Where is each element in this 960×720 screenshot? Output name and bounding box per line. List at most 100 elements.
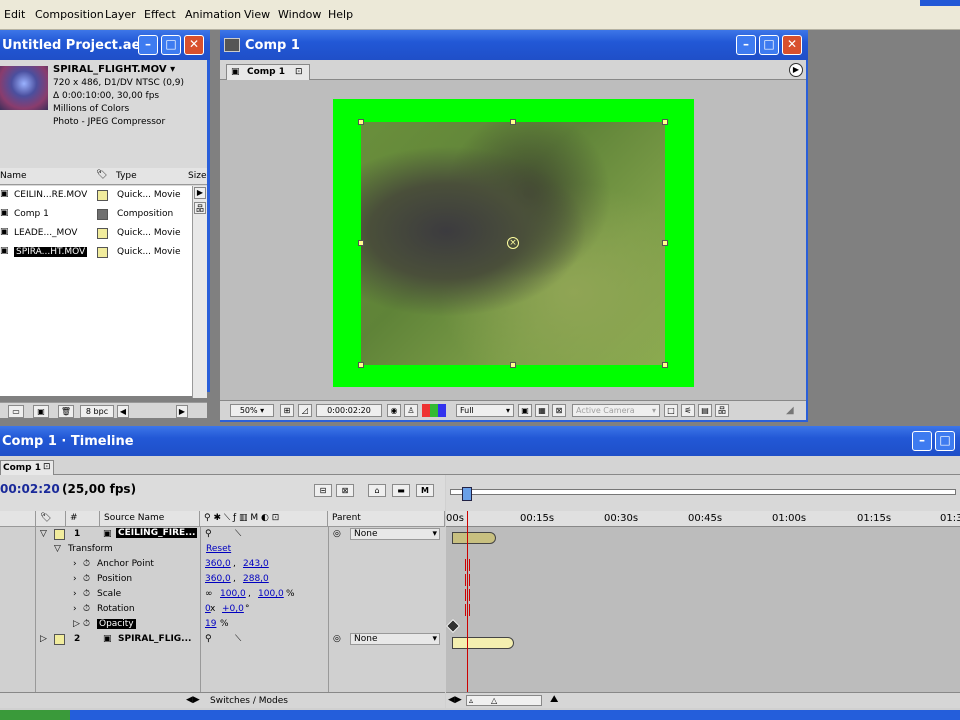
camera-select[interactable]: Active Camera ▾ (572, 404, 660, 417)
switches-modes-toggle[interactable]: Switches / Modes (210, 696, 288, 706)
twirl-closed-icon[interactable]: › (73, 604, 77, 614)
show-snapshot-icon[interactable]: ♙ (404, 404, 418, 417)
scroll-left-icon[interactable]: ◀ (117, 405, 129, 418)
tab-close-icon[interactable]: ⊡ (295, 67, 303, 77)
bpc-button[interactable]: 8 bpc (80, 405, 114, 418)
layer-label-swatch[interactable] (54, 634, 65, 645)
fast-preview-icon[interactable]: ⚟ (681, 404, 695, 417)
time-ruler[interactable] (446, 475, 960, 511)
frame-blend-icon[interactable]: ▬ (392, 484, 410, 497)
reset-link[interactable]: Reset (206, 544, 231, 554)
layer-1-duration-bar[interactable] (452, 532, 496, 544)
resize-grip-icon[interactable]: ◢ (786, 405, 800, 419)
menu-layer[interactable]: Layer (105, 8, 136, 21)
scroll-right-arrow-icon[interactable]: ▶ (176, 405, 188, 418)
property-row[interactable]: › ⏱ Anchor Point 360,0 , 243,0 (0, 557, 445, 572)
project-scrollbar[interactable]: ▶ 品 (192, 186, 207, 398)
tab-timeline-comp-1[interactable]: Comp 1 ⊡ (0, 460, 54, 475)
layer-label-swatch[interactable] (54, 529, 65, 540)
property-row[interactable]: › ⏱ Scale ∞ 100,0 , 100,0% (0, 587, 445, 602)
zoom-in-icon[interactable]: ⛰ (550, 694, 558, 705)
menu-edit[interactable]: Edit (4, 8, 25, 21)
transform-row[interactable]: ▽ Transform Reset (0, 542, 445, 557)
shy-switch-icon[interactable]: ⚲ (205, 634, 212, 644)
menu-animation[interactable]: Animation (185, 8, 241, 21)
live-update-icon[interactable]: ⊠ (336, 484, 354, 497)
property-value-1[interactable]: 100,0 (220, 589, 246, 599)
switches-header[interactable]: ⚲ ✱ ⟍ ƒ ▥ M ◐ ⊡ (200, 511, 328, 527)
switches-toggle-icon[interactable]: ◀▶ (186, 695, 200, 705)
item-label-swatch[interactable] (97, 247, 108, 258)
zoom-slider[interactable]: ▵ △ (466, 695, 542, 706)
stopwatch-icon[interactable]: ⏱ (83, 589, 90, 599)
col-size[interactable]: Size (188, 171, 206, 181)
menu-effect[interactable]: Effect (144, 8, 176, 21)
twirl-closed-icon[interactable]: ▷ (73, 619, 80, 629)
property-value-2[interactable]: 243,0 (243, 559, 269, 569)
handle-b[interactable] (510, 362, 516, 368)
property-row[interactable]: ▷ ⏱ Opacity 19% (0, 617, 445, 632)
opacity-keyframe-icon[interactable] (445, 618, 461, 634)
pickwhip-icon[interactable]: ◎ (333, 634, 341, 644)
zoom-out-icon[interactable]: ▵ (469, 696, 473, 705)
maximize-button[interactable]: □ (935, 431, 955, 451)
num-column-header[interactable]: # (66, 511, 100, 527)
shy-switch-icon[interactable]: ⚲ (205, 529, 212, 539)
menu-window[interactable]: Window (278, 8, 321, 21)
project-item[interactable]: ▣ LEADE..._MOV Quick... Movie (0, 224, 192, 243)
stopwatch-icon[interactable]: ⏱ (83, 604, 90, 614)
minimize-button[interactable]: – (138, 35, 158, 55)
mask-icon[interactable]: ◿ (298, 404, 312, 417)
property-value-1[interactable]: 360,0 (205, 559, 231, 569)
twirl-closed-icon[interactable]: › (73, 574, 77, 584)
start-button[interactable] (0, 710, 70, 720)
scroll-right-icon[interactable]: ▶ (194, 187, 206, 199)
project-item[interactable]: ▣ CEILIN...RE.MOV Quick... Movie (0, 186, 192, 205)
layer-2-duration-bar[interactable] (452, 637, 514, 649)
source-name-header[interactable]: Source Name (100, 511, 200, 527)
layer-name[interactable]: SPIRAL_FLIG... (118, 634, 191, 644)
resolution-select[interactable]: Full ▾ (456, 404, 514, 417)
twirl-closed-icon[interactable]: › (73, 589, 77, 599)
property-value-1[interactable]: 19 (205, 619, 216, 629)
menu-view[interactable]: View (244, 8, 270, 21)
close-button[interactable]: ✕ (782, 35, 802, 55)
nav-toggle-icon[interactable]: ◀▶ (448, 695, 462, 705)
handle-r[interactable] (662, 240, 668, 246)
zoom-handle-icon[interactable]: △ (491, 696, 497, 705)
item-label-swatch[interactable] (97, 228, 108, 239)
minimize-button[interactable]: – (736, 35, 756, 55)
transparency-grid-icon[interactable]: ▦ (535, 404, 549, 417)
twirl-closed-icon[interactable]: › (73, 559, 77, 569)
minimize-button[interactable]: – (912, 431, 932, 451)
flowchart-icon[interactable]: 品 (194, 202, 206, 214)
col-type[interactable]: Type (116, 171, 137, 181)
twirl-open-icon[interactable]: ▽ (54, 544, 61, 554)
new-comp-icon[interactable]: ▣ (33, 405, 49, 418)
handle-tr[interactable] (662, 119, 668, 125)
new-folder-icon[interactable]: ▭ (8, 405, 24, 418)
property-value-1[interactable]: 360,0 (205, 574, 231, 584)
parent-select[interactable]: None ▾ (350, 633, 440, 645)
quality-switch-icon[interactable]: ⟍ (235, 529, 241, 539)
tab-close-icon[interactable]: ⊡ (43, 462, 51, 472)
layer-name[interactable]: CEILING_FIRE... (116, 528, 198, 538)
property-value-2[interactable]: +0,0 (222, 604, 244, 614)
trash-icon[interactable]: 🗑 (58, 405, 74, 418)
handle-t[interactable] (510, 119, 516, 125)
region-icon[interactable]: ▣ (518, 404, 532, 417)
current-time-indicator-icon[interactable] (462, 487, 472, 501)
property-value-2[interactable]: 288,0 (243, 574, 269, 584)
property-row[interactable]: › ⏱ Rotation 0 x +0,0 ° (0, 602, 445, 617)
property-row[interactable]: › ⏱ Position 360,0 , 288,0 (0, 572, 445, 587)
stopwatch-icon[interactable]: ⏱ (83, 559, 90, 569)
footage-name[interactable]: SPIRAL_FLIGHT.MOV ▾ (53, 64, 175, 75)
draft-3d-icon[interactable]: ⊠ (552, 404, 566, 417)
handle-br[interactable] (662, 362, 668, 368)
timeline-icon[interactable]: ▤ (698, 404, 712, 417)
label-icon[interactable]: 🏷 (96, 170, 107, 180)
title-safe-icon[interactable]: ⊞ (280, 404, 294, 417)
rgb-channel-icon[interactable] (422, 404, 446, 417)
menu-composition[interactable]: Composition (35, 8, 104, 21)
work-area-bar[interactable] (450, 489, 956, 495)
